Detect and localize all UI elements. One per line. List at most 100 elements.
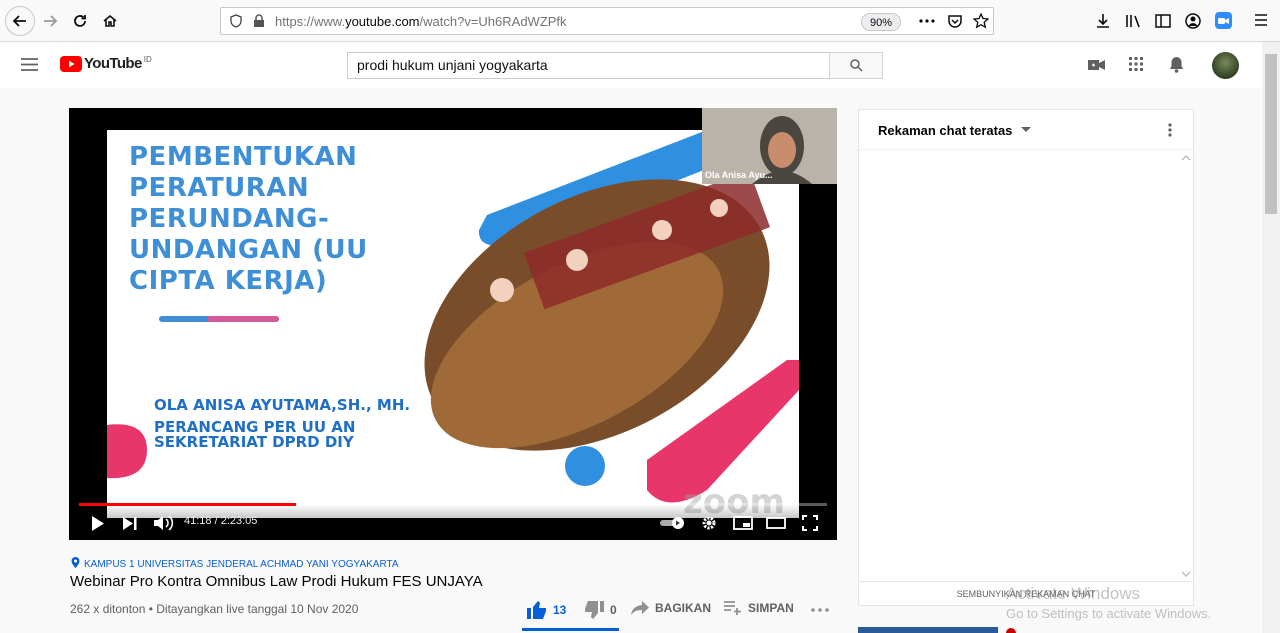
search-icon <box>849 59 863 72</box>
youtube-logo[interactable]: YouTube ID <box>60 55 152 72</box>
like-count: 13 <box>553 603 567 617</box>
scroll-down-arrow-icon[interactable] <box>1181 570 1191 578</box>
like-ratio-bar <box>522 628 619 631</box>
url-prefix: https://www. <box>275 14 346 29</box>
play-icon <box>91 515 104 531</box>
slide-speaker-block: OLA ANISA AYUTAMA,SH., MH. PERANCANG PER… <box>154 398 410 450</box>
autoplay-toggle-icon <box>660 517 684 529</box>
presentation-slide: PEMBENTUKAN PERATURAN PERUNDANG-UNDANGAN… <box>107 130 799 518</box>
youtube-play-logo-icon <box>60 55 82 72</box>
add-to-playlist-icon <box>724 601 741 615</box>
zoom-level-badge[interactable]: 90% <box>861 13 902 31</box>
library-icon[interactable] <box>1125 13 1143 29</box>
save-label: SIMPAN <box>748 601 794 615</box>
next-icon <box>123 516 137 530</box>
settings-button[interactable] <box>699 512 719 534</box>
guide-menu-icon[interactable] <box>21 58 38 71</box>
sidebar-toggle-icon[interactable] <box>1155 13 1171 29</box>
slide-pink-half-circle <box>107 424 147 479</box>
address-bar[interactable]: https://www.youtube.com/watch?v=Uh6RAdWZ… <box>220 7 994 35</box>
url-domain: youtube.com <box>345 14 420 29</box>
share-button[interactable]: BAGIKAN <box>631 601 711 615</box>
autoplay-toggle[interactable] <box>659 512 687 534</box>
video-location[interactable]: KAMPUS 1 UNIVERSITAS JENDERAL ACHMAD YAN… <box>71 557 399 570</box>
youtube-logo-text: YouTube <box>84 55 142 72</box>
theater-mode-button[interactable] <box>765 512 787 534</box>
video-player[interactable]: PEMBENTUKAN PERATURAN PERUNDANG-UNDANGAN… <box>69 108 837 540</box>
progress-bar[interactable] <box>79 503 827 506</box>
chat-mode-dropdown[interactable]: Rekaman chat teratas <box>878 123 1032 138</box>
forward-icon[interactable] <box>35 6 65 36</box>
bookmark-star-icon[interactable] <box>973 13 989 29</box>
search-input[interactable]: prodi hukum unjani yogyakarta <box>347 52 830 79</box>
chat-scrollbar[interactable] <box>1181 154 1191 578</box>
reload-icon[interactable] <box>65 6 95 36</box>
back-icon[interactable] <box>5 6 35 36</box>
chat-more-options-icon[interactable] <box>1168 123 1172 137</box>
like-button[interactable]: 13 <box>527 601 566 619</box>
chat-replay-panel: Rekaman chat teratas SEMBUNYIKAN REKAMAN… <box>858 109 1194 606</box>
dislike-count: 0 <box>610 603 617 617</box>
next-button[interactable] <box>120 512 140 534</box>
video-view-info: 262 x ditonton • Ditayangkan live tangga… <box>70 602 359 616</box>
search-button[interactable] <box>829 52 883 79</box>
url-text[interactable]: https://www.youtube.com/watch?v=Uh6RAdWZ… <box>275 14 567 29</box>
slide-underline-accent <box>207 316 279 322</box>
notifications-bell-icon[interactable] <box>1169 56 1184 73</box>
progress-bar-fill <box>79 503 296 506</box>
page-actions-icon[interactable] <box>919 16 935 26</box>
photo-person-2 <box>566 249 588 271</box>
share-label: BAGIKAN <box>655 601 711 615</box>
photo-person-3 <box>652 220 672 240</box>
region-code: ID <box>143 55 152 64</box>
miniplayer-icon <box>733 516 753 530</box>
slide-title: PEMBENTUKAN PERATURAN PERUNDANG-UNDANGAN… <box>129 142 368 296</box>
miniplayer-button[interactable] <box>732 512 754 534</box>
lock-icon[interactable] <box>253 14 265 28</box>
windows-activation-title: Activate Windows <box>1006 584 1141 603</box>
windows-activation-subtitle: Go to Settings to activate Windows. <box>1006 606 1212 621</box>
more-actions-icon[interactable] <box>811 608 829 612</box>
fullscreen-button[interactable] <box>799 512 821 534</box>
speaker-name-label: Ola Anisa Ayu... <box>705 170 773 180</box>
volume-button[interactable] <box>152 512 176 534</box>
create-video-icon[interactable] <box>1088 59 1105 71</box>
speaker-video-thumbnail: Ola Anisa Ayu... <box>702 108 837 184</box>
play-button[interactable] <box>87 512 107 534</box>
zoom-extension-icon[interactable] <box>1215 12 1232 29</box>
photo-person-4 <box>710 199 728 217</box>
live-indicator-icon <box>1006 628 1016 633</box>
fullscreen-icon <box>802 515 818 531</box>
save-button[interactable]: SIMPAN <box>724 601 794 615</box>
pocket-icon[interactable] <box>947 14 963 29</box>
next-video-thumbnail[interactable] <box>858 627 998 633</box>
time-display: 41:18 / 2:23:05 <box>184 515 258 527</box>
thumbs-down-icon <box>585 601 604 619</box>
page-scrollbar[interactable] <box>1262 42 1280 633</box>
url-path: /watch?v=Uh6RAdWZPfk <box>419 14 567 29</box>
theater-mode-icon <box>766 517 786 529</box>
thumbs-up-icon <box>527 601 546 619</box>
location-pin-icon <box>71 557 80 568</box>
downloads-icon[interactable] <box>1095 13 1111 29</box>
slide-speaker-role: PERANCANG PER UU AN SEKRETARIAT DPRD DIY <box>154 418 356 451</box>
account-icon[interactable] <box>1185 13 1201 29</box>
tracking-shield-icon[interactable] <box>229 14 243 28</box>
browser-toolbar: https://www.youtube.com/watch?v=Uh6RAdWZ… <box>0 0 1280 42</box>
chat-title: Rekaman chat teratas <box>878 123 1013 138</box>
home-icon[interactable] <box>95 6 125 36</box>
page-scrollbar-thumb[interactable] <box>1265 54 1277 214</box>
volume-icon <box>154 515 174 531</box>
video-title: Webinar Pro Kontra Omnibus Law Prodi Huk… <box>70 573 483 590</box>
video-location-text: KAMPUS 1 UNIVERSITAS JENDERAL ACHMAD YAN… <box>84 559 399 570</box>
user-avatar[interactable] <box>1212 52 1239 79</box>
slide-speaker-name: OLA ANISA AYUTAMA,SH., MH. <box>154 396 411 414</box>
chevron-down-icon <box>1021 127 1032 132</box>
scroll-up-arrow-icon[interactable] <box>1181 154 1191 162</box>
dislike-button[interactable]: 0 <box>584 601 617 619</box>
speaker-face <box>768 132 796 168</box>
menu-icon[interactable] <box>1254 14 1268 26</box>
slide-blue-dot <box>565 446 605 486</box>
apps-grid-icon[interactable] <box>1129 57 1143 71</box>
youtube-header: YouTube ID prodi hukum unjani yogyakarta <box>0 42 1262 88</box>
